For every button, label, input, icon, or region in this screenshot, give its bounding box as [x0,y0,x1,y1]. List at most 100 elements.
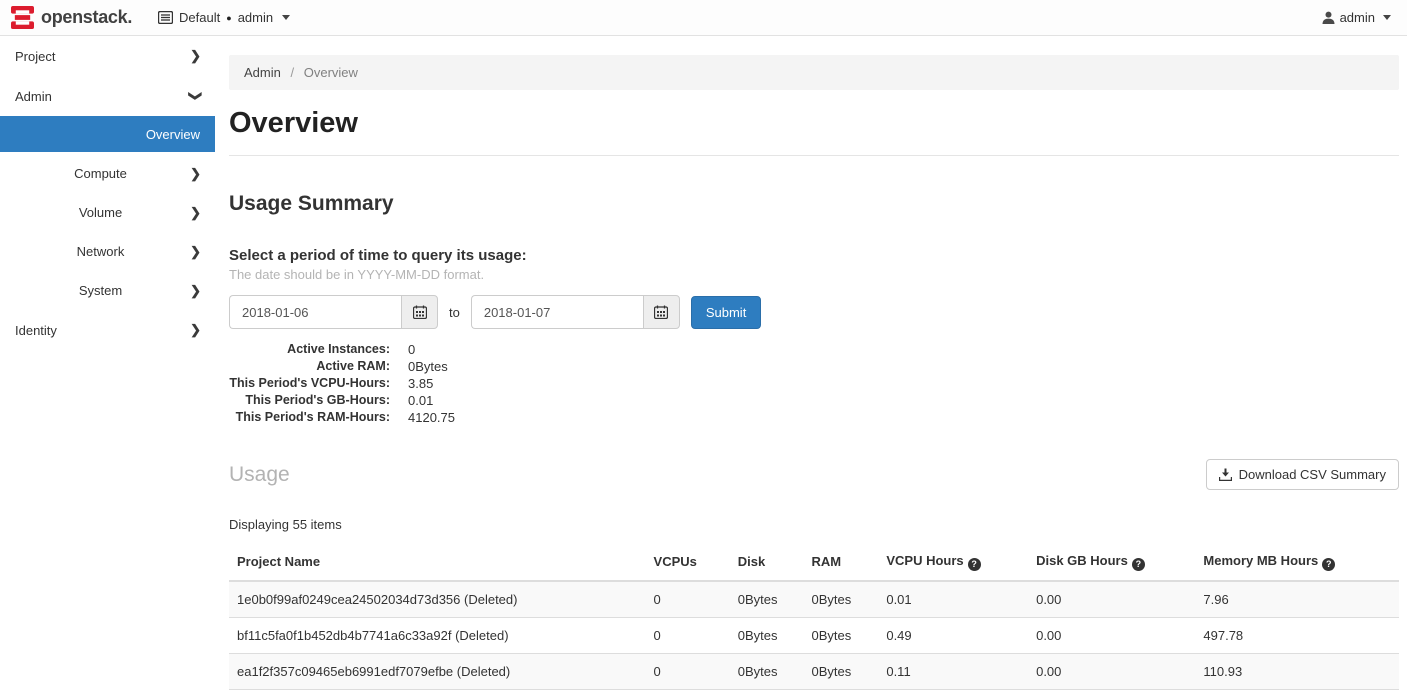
list-icon [158,11,173,24]
domain-project-switcher[interactable]: Default ● admin [158,10,290,25]
sidebar-item-label: Identity [15,323,57,338]
cell-disk: 0Bytes [730,617,804,653]
stat-gb-hours: This Period's GB-Hours: 0.01 [229,392,1399,409]
cell-vcpus: 0 [646,581,730,618]
cell-project-name: 1e0b0f99af0249cea24502034d73d356 (Delete… [229,581,646,618]
sidebar-item-label: Project [15,49,55,64]
download-icon [1219,468,1232,481]
cell-ram: 0Bytes [803,653,878,689]
end-date-input[interactable] [471,295,643,329]
sidebar-item-label: Admin [15,89,52,104]
sidebar: Project ❯ Admin ❯ Overview Compute ❯ Vol… [0,36,215,670]
stat-value: 0 [390,341,415,358]
stat-vcpu-hours: This Period's VCPU-Hours: 3.85 [229,375,1399,392]
cell-memory-mb-hours: 497.78 [1195,617,1399,653]
chevron-right-icon: ❯ [190,48,201,64]
stat-value: 3.85 [390,375,433,392]
title-divider [229,155,1399,156]
sidebar-item-system[interactable]: System ❯ [0,271,215,310]
start-date-input[interactable] [229,295,401,329]
date-range-to-label: to [449,305,460,320]
displaying-count: Displaying 55 items [229,517,1399,532]
calendar-icon [654,305,668,319]
sidebar-item-admin[interactable]: Admin ❯ [0,76,215,116]
brand-wordmark: openstack. [41,7,132,28]
stat-value: 4120.75 [390,409,455,426]
context-domain: Default [179,10,220,25]
usage-title: Usage [229,463,290,487]
submit-button[interactable]: Submit [691,296,761,329]
table-row: ea1f2f357c09465eb6991edf7079efbe (Delete… [229,653,1399,689]
chevron-right-icon: ❯ [190,205,201,221]
column-ram[interactable]: RAM [803,545,878,581]
chevron-right-icon: ❯ [190,322,201,338]
stat-label: Active RAM: [229,358,390,375]
cell-vcpu-hours: 0.01 [878,581,1028,618]
column-memory-mb-hours[interactable]: Memory MB Hours? [1195,545,1399,581]
sidebar-item-network[interactable]: Network ❯ [0,232,215,271]
cell-vcpu-hours: 0.49 [878,617,1028,653]
cell-memory-mb-hours: 7.96 [1195,581,1399,618]
end-date-calendar-addon[interactable] [643,295,680,329]
sidebar-item-compute[interactable]: Compute ❯ [0,154,215,193]
breadcrumb-admin-link[interactable]: Admin [244,65,281,80]
cell-disk-gb-hours: 0.00 [1028,617,1195,653]
sidebar-item-label: Network [77,244,125,259]
cell-project-name: bf11c5fa0f1b452db4b7741a6c33a92f (Delete… [229,617,646,653]
cell-vcpu-hours: 0.11 [878,653,1028,689]
sidebar-item-volume[interactable]: Volume ❯ [0,193,215,232]
stat-label: Active Instances: [229,341,390,358]
openstack-brand[interactable]: openstack. [0,6,132,29]
column-project-name[interactable]: Project Name [229,545,646,581]
column-vcpus[interactable]: VCPUs [646,545,730,581]
user-icon [1322,11,1335,24]
main-content: Admin / Overview Overview Usage Summary … [215,36,1407,670]
table-header-row: Project Name VCPUs Disk RAM VCPU Hours? … [229,545,1399,581]
chevron-down-icon [1383,15,1391,20]
cell-disk-gb-hours: 0.00 [1028,581,1195,618]
usage-summary-title: Usage Summary [229,192,1399,216]
user-menu[interactable]: admin [1322,10,1407,25]
stat-active-ram: Active RAM: 0Bytes [229,358,1399,375]
sidebar-item-label: System [79,283,122,298]
sidebar-item-label: Compute [74,166,127,181]
sidebar-item-overview[interactable]: Overview [0,116,215,152]
chevron-down-icon: ❯ [188,91,204,102]
cell-project-name: ea1f2f357c09465eb6991edf7079efbe (Delete… [229,653,646,689]
cell-disk: 0Bytes [730,653,804,689]
sidebar-item-identity[interactable]: Identity ❯ [0,310,215,350]
breadcrumb: Admin / Overview [229,55,1399,90]
help-icon[interactable]: ? [1132,558,1145,571]
cell-vcpus: 0 [646,653,730,689]
period-format-note: The date should be in YYYY-MM-DD format. [229,267,1399,282]
help-icon[interactable]: ? [1322,558,1335,571]
stat-label: This Period's VCPU-Hours: [229,375,390,392]
stat-label: This Period's RAM-Hours: [229,409,390,426]
table-row: 1e0b0f99af0249cea24502034d73d356 (Delete… [229,581,1399,618]
end-date-group [471,295,680,329]
period-select-label: Select a period of time to query its usa… [229,247,1399,264]
stat-active-instances: Active Instances: 0 [229,341,1399,358]
calendar-icon [413,305,427,319]
breadcrumb-current: Overview [304,65,358,80]
openstack-logo-icon [11,6,34,29]
table-row: bf11c5fa0f1b452db4b7741a6c33a92f (Delete… [229,617,1399,653]
help-icon[interactable]: ? [968,558,981,571]
context-separator-dot: ● [226,13,231,23]
chevron-down-icon [282,15,290,20]
stat-value: 0.01 [390,392,433,409]
cell-disk: 0Bytes [730,581,804,618]
cell-ram: 0Bytes [803,617,878,653]
sidebar-item-label: Volume [79,205,122,220]
usage-table: Project Name VCPUs Disk RAM VCPU Hours? … [229,545,1399,690]
top-navbar: openstack. Default ● admin admin [0,0,1407,36]
column-disk-gb-hours[interactable]: Disk GB Hours? [1028,545,1195,581]
usage-stats: Active Instances: 0 Active RAM: 0Bytes T… [229,341,1399,426]
start-date-calendar-addon[interactable] [401,295,438,329]
download-csv-button[interactable]: Download CSV Summary [1206,459,1399,490]
user-name: admin [1340,10,1375,25]
column-vcpu-hours[interactable]: VCPU Hours? [878,545,1028,581]
chevron-right-icon: ❯ [190,166,201,182]
column-disk[interactable]: Disk [730,545,804,581]
sidebar-item-project[interactable]: Project ❯ [0,36,215,76]
